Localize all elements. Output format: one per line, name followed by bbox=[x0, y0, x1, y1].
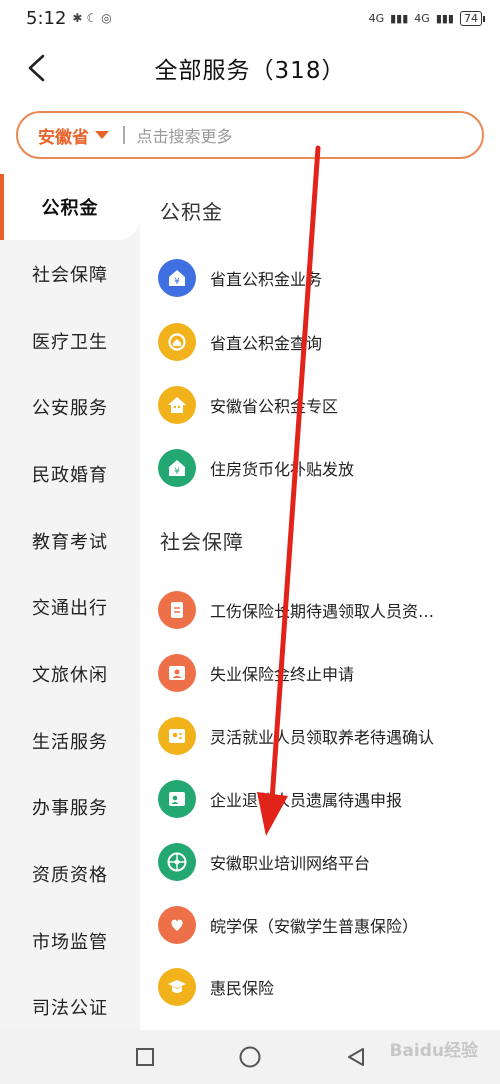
sidebar-item-minzhenghunyu[interactable]: 民政婚育 bbox=[0, 441, 140, 507]
service-item[interactable]: 省直公积金查询 bbox=[158, 322, 493, 362]
section-title-gongjijin: 公积金 bbox=[160, 200, 223, 224]
house-subsidy-icon: ¥ bbox=[158, 449, 196, 487]
sidebar-item-wenlvxiuxian[interactable]: 文旅休闲 bbox=[0, 641, 140, 707]
search-bar[interactable]: 安徽省 点击搜索更多 bbox=[16, 111, 484, 159]
service-label: 安徽职业培训网络平台 bbox=[210, 854, 371, 873]
recents-button[interactable] bbox=[132, 1044, 158, 1070]
battery-icon: 74 bbox=[460, 10, 485, 26]
status-bar: 5:12 ✱ ☾ ◎ 4G ▮▮▮ 4G ▮▮▮ 74 bbox=[0, 0, 500, 36]
search-house-icon bbox=[158, 323, 196, 361]
network-label: 4G bbox=[368, 11, 385, 25]
sidebar-item-sifagongzheng[interactable]: 司法公证 bbox=[0, 974, 140, 1030]
bluetooth-icon: ✱ bbox=[72, 11, 83, 25]
sidebar-item-gongjijin[interactable]: 公积金 bbox=[0, 174, 140, 240]
network-label-2: 4G bbox=[414, 11, 430, 25]
sidebar-item-yiliaoweisheng[interactable]: 医疗卫生 bbox=[0, 308, 140, 374]
service-label: 省直公积金查询 bbox=[210, 334, 323, 353]
graduation-shield-icon bbox=[158, 968, 196, 1006]
service-item[interactable]: ¥ 省直公积金业务 bbox=[158, 258, 493, 298]
service-label: 企业退休人员遗属待遇申报 bbox=[210, 791, 403, 810]
signal-icon: ▮▮▮ bbox=[390, 11, 409, 25]
heart-hands-icon bbox=[158, 906, 196, 944]
sidebar-item-gonganfuwu[interactable]: 公安服务 bbox=[0, 374, 140, 440]
service-label: 住房货币化补贴发放 bbox=[210, 460, 355, 479]
sidebar-item-shenghuofuwu[interactable]: 生活服务 bbox=[0, 708, 140, 774]
sidebar-item-banshifuwu[interactable]: 办事服务 bbox=[0, 774, 140, 840]
service-label: 安徽省公积金专区 bbox=[210, 397, 339, 416]
watermark-logo: Baidu经验 bbox=[389, 1041, 478, 1061]
service-item[interactable]: 安徽省公积金专区 bbox=[158, 385, 493, 425]
sidebar-item-shehuibaozhang[interactable]: 社会保障 bbox=[0, 241, 140, 307]
status-right: 4G ▮▮▮ 4G ▮▮▮ 74 bbox=[368, 10, 485, 26]
back-button[interactable] bbox=[18, 50, 54, 86]
svg-text:¥: ¥ bbox=[174, 467, 180, 477]
province-selector[interactable]: 安徽省 bbox=[38, 123, 89, 148]
service-item[interactable]: 灵活就业人员领取养老待遇确认 bbox=[158, 716, 493, 756]
page-title: 全部服务（318） bbox=[154, 58, 346, 84]
sidebar-item-jiaotongchuxing[interactable]: 交通出行 bbox=[0, 574, 140, 640]
search-divider bbox=[123, 126, 125, 144]
signal-icon-2: ▮▮▮ bbox=[435, 11, 454, 25]
service-label: 灵活就业人员领取养老待遇确认 bbox=[210, 728, 435, 747]
house-yen-icon: ¥ bbox=[158, 259, 196, 297]
square-icon bbox=[136, 1048, 154, 1066]
section-title-shehuibaozhang: 社会保障 bbox=[160, 530, 244, 554]
service-label: 省直公积金业务 bbox=[210, 270, 323, 289]
service-label: 工伤保险长期待遇领取人员资… bbox=[210, 602, 435, 621]
service-item[interactable]: 惠民保险 bbox=[158, 967, 493, 1007]
house-zone-icon bbox=[158, 386, 196, 424]
service-label: 失业保险金终止申请 bbox=[210, 665, 355, 684]
triangle-back-icon bbox=[348, 1048, 364, 1066]
service-item[interactable]: 皖学保（安徽学生普惠保险） bbox=[158, 905, 493, 945]
service-label: 皖学保（安徽学生普惠保险） bbox=[210, 917, 419, 936]
service-item[interactable]: 安徽职业培训网络平台 bbox=[158, 842, 493, 882]
service-item[interactable]: ¥ 住房货币化补贴发放 bbox=[158, 448, 493, 488]
service-item[interactable]: 工伤保险长期待遇领取人员资… bbox=[158, 590, 493, 630]
person-card-icon bbox=[158, 654, 196, 692]
chevron-left-icon bbox=[28, 54, 45, 82]
category-sidebar: 公积金 社会保障 医疗卫生 公安服务 民政婚育 教育考试 交通出行 文旅休闲 生… bbox=[0, 174, 140, 1030]
person-edit-icon bbox=[158, 780, 196, 818]
person-card-icon bbox=[158, 717, 196, 755]
hotspot-icon: ◎ bbox=[101, 11, 112, 25]
home-button[interactable] bbox=[237, 1044, 263, 1070]
moon-icon: ☾ bbox=[86, 11, 98, 25]
network-icon bbox=[158, 843, 196, 881]
sidebar-item-shichangjianguan[interactable]: 市场监管 bbox=[0, 908, 140, 974]
nav-bar: 全部服务（318） bbox=[0, 40, 500, 96]
service-list: 公积金 ¥ 省直公积金业务 省直公积金查询 安徽省公积金专区 ¥ 住房货币化补贴… bbox=[140, 174, 500, 1030]
service-item[interactable]: 企业退休人员遗属待遇申报 bbox=[158, 779, 493, 819]
back-nav-button[interactable] bbox=[343, 1044, 369, 1070]
status-time: 5:12 bbox=[26, 7, 67, 29]
sidebar-item-zizhizige[interactable]: 资质资格 bbox=[0, 841, 140, 907]
status-left-icons: ✱ ☾ ◎ bbox=[72, 11, 111, 25]
search-input[interactable]: 点击搜索更多 bbox=[137, 123, 233, 147]
caret-down-icon[interactable] bbox=[95, 131, 109, 139]
document-icon bbox=[158, 591, 196, 629]
svg-text:¥: ¥ bbox=[174, 277, 180, 287]
service-label: 惠民保险 bbox=[210, 979, 275, 998]
circle-icon bbox=[239, 1046, 261, 1068]
sidebar-item-jiaoyukaoshi[interactable]: 教育考试 bbox=[0, 508, 140, 574]
service-item[interactable]: 失业保险金终止申请 bbox=[158, 653, 493, 693]
